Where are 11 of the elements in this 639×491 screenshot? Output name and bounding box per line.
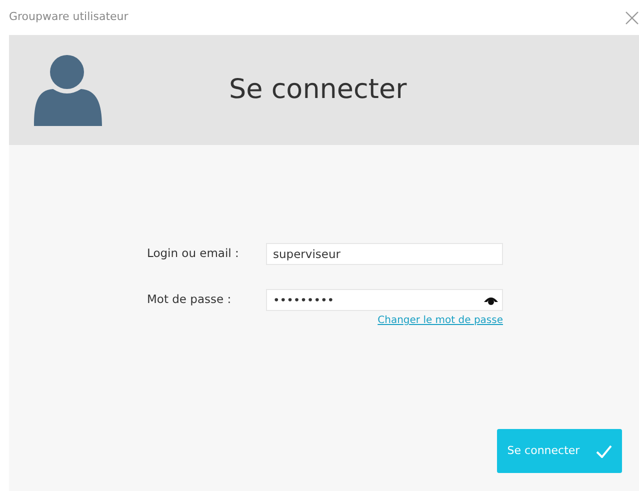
eye-icon[interactable] — [484, 296, 498, 305]
close-icon — [625, 10, 639, 24]
check-icon — [596, 444, 612, 458]
dialog-heading: Se connecter — [229, 74, 407, 106]
field-label: Login ou email : — [147, 245, 240, 262]
user-icon — [33, 54, 103, 126]
window-title: Groupware utilisateur — [9, 9, 128, 26]
password-field[interactable]: ••••••••• — [266, 289, 503, 311]
login-field[interactable]: superviseur — [266, 243, 503, 265]
close-button[interactable] — [625, 10, 639, 24]
field-label: Mot de passe : — [147, 291, 232, 308]
